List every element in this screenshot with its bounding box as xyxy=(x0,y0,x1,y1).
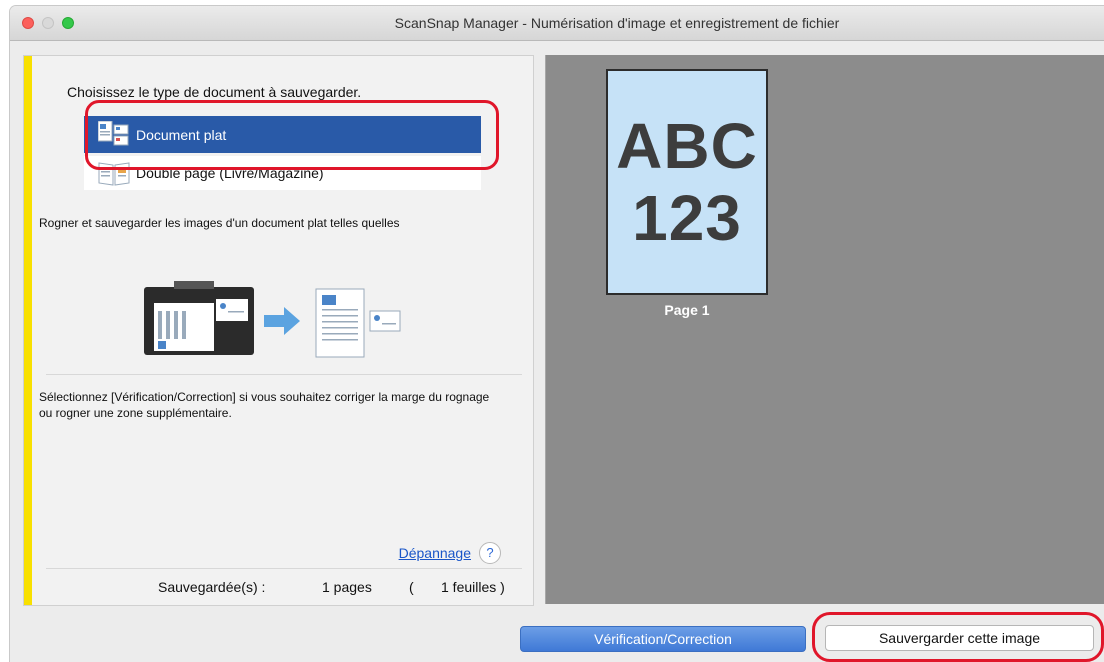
saved-pages: 1 pages xyxy=(322,579,372,595)
saved-sheets: 1 feuilles ) xyxy=(441,579,505,595)
saved-label: Sauvegardée(s) : xyxy=(158,579,266,595)
preview-panel: ABC 123 Page 1 xyxy=(545,55,1104,604)
highlight-oval-flat-document xyxy=(85,100,499,170)
page-thumbnail[interactable]: ABC 123 xyxy=(606,69,768,295)
window-title: ScanSnap Manager - Numérisation d'image … xyxy=(394,15,840,31)
flat-crop-illustration xyxy=(144,281,404,361)
accent-bar xyxy=(24,56,32,605)
option-description: Rogner et sauvegarder les images d'un do… xyxy=(39,216,400,230)
divider xyxy=(46,374,522,375)
help-icon[interactable]: ? xyxy=(479,542,501,564)
title-bar: ScanSnap Manager - Numérisation d'image … xyxy=(10,6,1104,41)
saved-paren-open: ( xyxy=(409,579,414,595)
instruction-text: Choisissez le type de document à sauvega… xyxy=(67,84,362,100)
divider xyxy=(46,568,522,569)
troubleshooting-area: Dépannage ? xyxy=(399,542,501,564)
page-text-line2: 123 xyxy=(632,182,742,254)
page-label: Page 1 xyxy=(664,302,710,318)
troubleshooting-link[interactable]: Dépannage xyxy=(399,545,471,561)
correction-note: Sélectionnez [Vérification/Correction] s… xyxy=(39,390,490,420)
highlight-oval-save-button xyxy=(812,612,1104,662)
page-text-line1: ABC xyxy=(616,110,758,182)
verification-correction-button[interactable]: Vérification/Correction xyxy=(520,626,806,652)
